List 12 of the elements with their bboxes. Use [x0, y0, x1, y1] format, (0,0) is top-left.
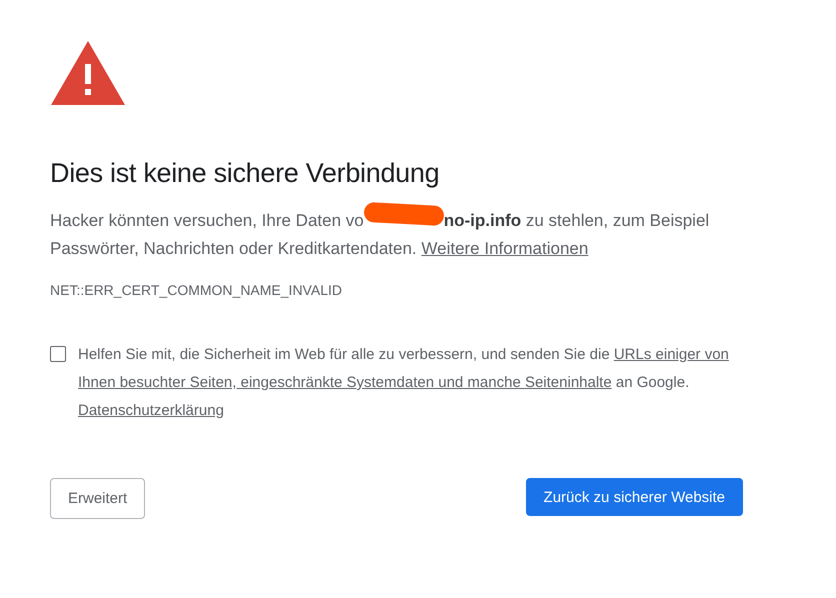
- checkbox[interactable]: [50, 346, 66, 362]
- more-info-link[interactable]: Weitere Informationen: [421, 239, 588, 258]
- advanced-button[interactable]: Erweitert: [50, 478, 146, 519]
- page-heading: Dies ist keine sichere Verbindung: [50, 158, 440, 189]
- urls-link[interactable]: Ihnen besuchter Seiten, eingeschränkte Systemdaten und manche Seiteninhalte: [78, 374, 612, 391]
- optin-text: Helfen Sie mit, die Sicherheit im Web für alle zu verbessern, und senden Sie die URLs einiger von Ihnen besuchter Seiten, eingeschränkte Systemdaten und manche Seiteninhalte an Google. Datenschutzerklärung: [78, 345, 729, 421]
- urls-link[interactable]: URLs einiger von: [614, 346, 729, 363]
- error-code: NET::ERR_CERT_COMMON_NAME_INVALID: [50, 282, 343, 298]
- back-to-safety-button[interactable]: Zurück zu sicherer Website: [526, 478, 743, 516]
- warning-icon: [50, 40, 126, 106]
- privacy-link[interactable]: Datenschutzerklärung: [78, 402, 224, 419]
- intro-paragraph: Hacker könnten versuchen, Ihre Daten vo no-ip.info zu stehlen, zum Beispiel Passwörter, Nachrichten oder Kreditkartendaten. Weitere Informationen: [50, 207, 744, 263]
